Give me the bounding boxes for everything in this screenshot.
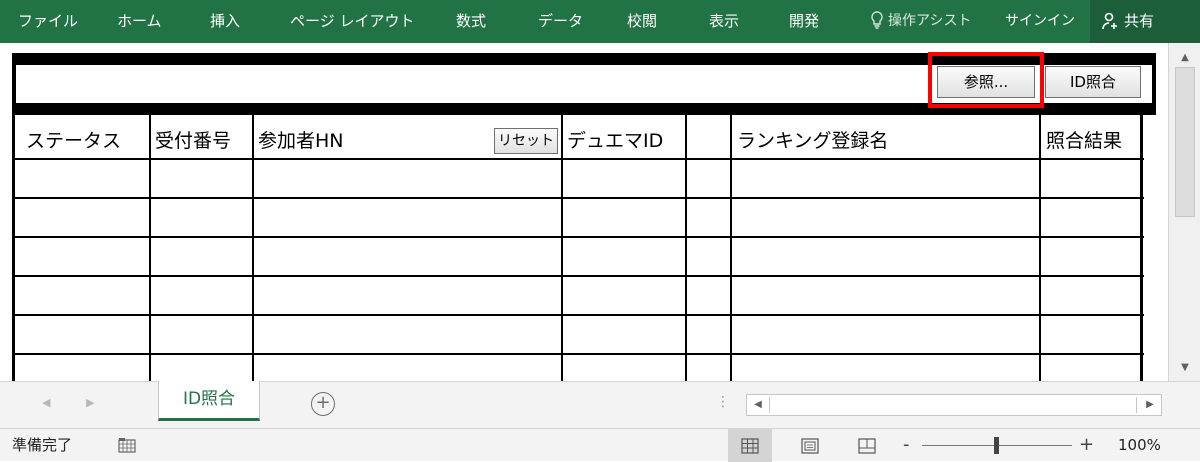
column-line: [1039, 115, 1041, 381]
column-header-ranking-name: ランキング登録名: [737, 130, 889, 152]
horizontal-scrollbar[interactable]: ◀ ▶: [746, 394, 1162, 416]
row-line: [12, 353, 1144, 355]
tab-insert[interactable]: 挿入: [210, 0, 240, 43]
tell-me-label: 操作アシスト: [888, 13, 972, 29]
reset-button[interactable]: リセット: [494, 128, 558, 154]
plus-circle-icon[interactable]: +: [311, 392, 335, 416]
signin-link[interactable]: サインイン: [1005, 0, 1075, 43]
column-header-match-result: 照合結果: [1046, 130, 1123, 152]
tab-review[interactable]: 校閲: [627, 0, 657, 43]
tab-data[interactable]: データ: [538, 0, 583, 43]
column-line: [149, 115, 151, 381]
sheet-tab-bar: ◀ ▶ ID照合 + ⋮ ◀ ▶: [0, 381, 1200, 428]
row-line: [12, 236, 1144, 238]
vertical-scrollbar[interactable]: ▲ ▼: [1168, 43, 1200, 381]
normal-view-icon[interactable]: [728, 429, 772, 462]
ribbon-bar: ファイル ホーム 挿入 ページ レイアウト 数式 データ 校閲 表示 開発 操作…: [0, 0, 1200, 43]
column-header-receipt-number: 受付番号: [155, 130, 232, 152]
scroll-left-icon[interactable]: ◀: [747, 395, 769, 415]
tab-developer[interactable]: 開発: [789, 0, 819, 43]
macro-record-icon[interactable]: [118, 437, 136, 453]
tab-view[interactable]: 表示: [709, 0, 739, 43]
reference-button-highlight: [928, 52, 1044, 108]
column-header-status: ステータス: [26, 130, 122, 152]
next-sheet-icon[interactable]: ▶: [86, 396, 94, 409]
page-layout-view-icon[interactable]: [788, 429, 832, 462]
zoom-level[interactable]: 100%: [1118, 429, 1161, 462]
ready-status: 準備完了: [12, 436, 73, 454]
column-header-blank: [690, 124, 726, 158]
tab-home[interactable]: ホーム: [117, 0, 162, 43]
header-bottom-line: [12, 158, 1144, 160]
status-bar: 準備完了 - + 100%: [0, 428, 1200, 462]
lightbulb-icon: [871, 11, 883, 29]
column-line: [12, 115, 15, 381]
tab-file[interactable]: ファイル: [18, 0, 78, 43]
splitter-handle-icon[interactable]: ⋮: [716, 394, 730, 410]
prev-sheet-icon[interactable]: ◀: [42, 396, 50, 409]
column-line: [685, 115, 687, 381]
scroll-right-icon[interactable]: ▶: [1139, 395, 1161, 415]
column-header-duelma-id: デュエマID: [567, 130, 664, 152]
tab-formulas[interactable]: 数式: [456, 0, 486, 43]
page-break-view-icon[interactable]: [845, 429, 889, 462]
column-line: [561, 115, 563, 381]
zoom-out-button[interactable]: -: [903, 429, 910, 460]
tell-me-search[interactable]: 操作アシスト: [870, 0, 971, 43]
row-line: [12, 314, 1144, 316]
column-line: [252, 115, 254, 381]
tab-page-layout[interactable]: ページ レイアウト: [290, 0, 414, 43]
zoom-slider-thumb[interactable]: [994, 437, 999, 454]
column-line: [730, 115, 732, 381]
row-line: [12, 197, 1144, 199]
horizontal-scroll-thumb[interactable]: [769, 397, 1137, 413]
share-button[interactable]: 共有: [1090, 0, 1200, 43]
right-border-bar: [1152, 53, 1156, 115]
column-header-participant-hn: 参加者HN: [258, 130, 344, 152]
scroll-up-icon[interactable]: ▲: [1175, 49, 1195, 65]
id-match-button[interactable]: ID照合: [1045, 66, 1141, 98]
person-add-icon: [1102, 12, 1117, 30]
scroll-down-icon[interactable]: ▼: [1175, 359, 1195, 375]
sheet-tab-id-match[interactable]: ID照合: [158, 381, 260, 421]
left-border-bar: [12, 53, 16, 115]
row-line: [12, 275, 1144, 277]
vertical-scroll-thumb[interactable]: [1175, 67, 1195, 217]
column-line: [1140, 115, 1143, 381]
share-label: 共有: [1124, 12, 1155, 30]
zoom-in-button[interactable]: +: [1079, 429, 1094, 460]
